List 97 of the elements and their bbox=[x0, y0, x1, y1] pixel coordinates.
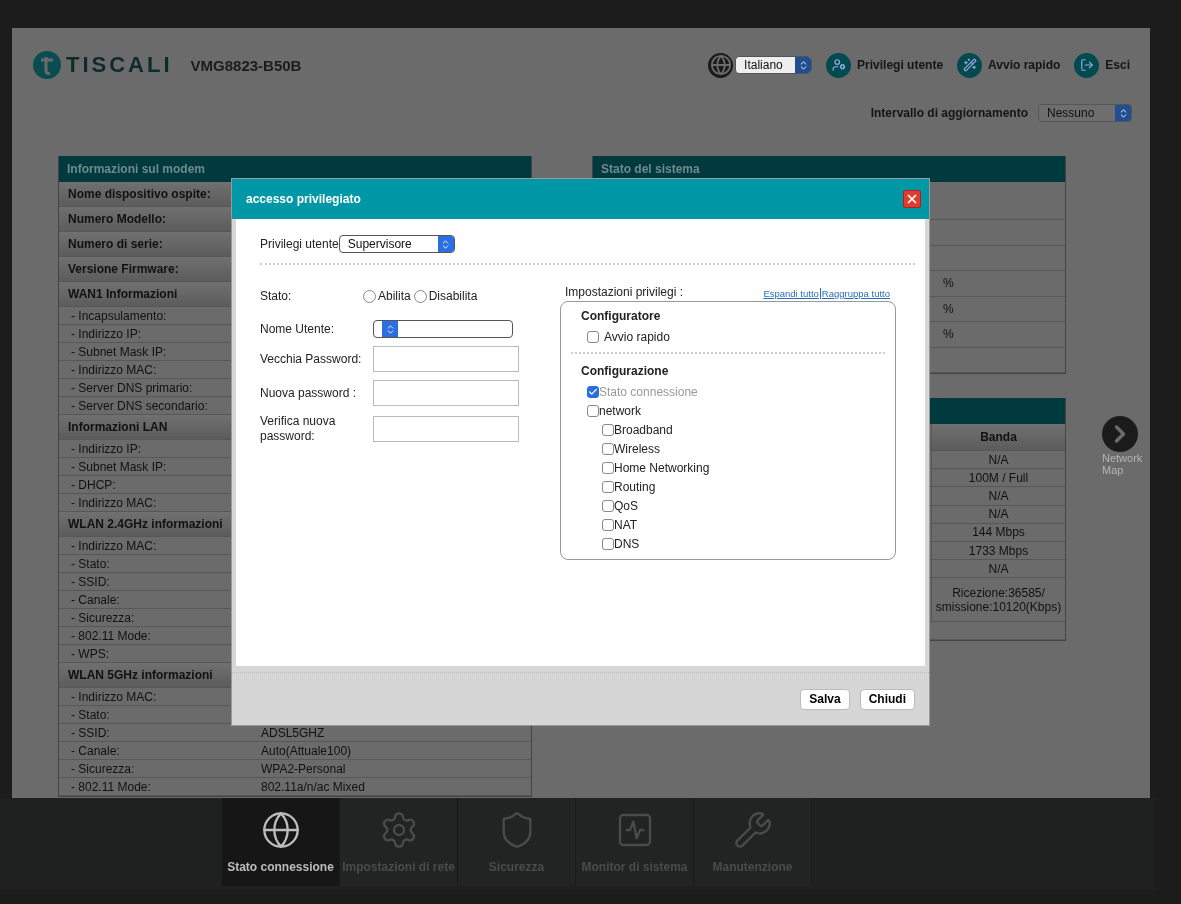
row-label: - WPS: bbox=[70, 646, 110, 661]
section-label: Numero Modello: bbox=[67, 212, 167, 226]
section-label: Informazioni LAN bbox=[67, 420, 169, 434]
password-field[interactable] bbox=[373, 346, 519, 372]
username-select[interactable] bbox=[373, 320, 513, 338]
user-gear-icon bbox=[826, 52, 852, 78]
table-cell: 100M / Full bbox=[931, 469, 1065, 487]
wand-icon bbox=[957, 52, 983, 78]
section-label: Versione Firmware: bbox=[67, 262, 180, 276]
permission-checkbox[interactable]: network bbox=[571, 401, 885, 420]
group-title: Configurazione bbox=[580, 364, 670, 380]
row-label: - Server DNS secondario: bbox=[70, 398, 209, 413]
privilege-select[interactable]: Supervisore bbox=[338, 235, 455, 253]
row-value: 802.11a/n/ac Mixed bbox=[261, 779, 365, 794]
permission-checkbox[interactable]: Broadband bbox=[571, 420, 885, 439]
dialog-title: accesso privilegiato bbox=[246, 192, 361, 206]
row-label: - Indirizzo MAC: bbox=[70, 362, 158, 377]
field-label: Nome Utente: bbox=[260, 321, 336, 337]
row-label: - Subnet Mask IP: bbox=[70, 459, 168, 474]
refresh-select[interactable]: Nessuno bbox=[1038, 104, 1132, 122]
radio-option[interactable]: Disabilita bbox=[413, 289, 478, 303]
close-icon bbox=[905, 192, 919, 206]
permission-checkbox[interactable]: NAT bbox=[571, 515, 885, 534]
row-value: % bbox=[943, 301, 954, 316]
field-label: Stato: bbox=[260, 288, 293, 304]
language-select[interactable]: Italiano bbox=[735, 56, 813, 74]
logo-icon bbox=[32, 50, 62, 80]
radio-option[interactable]: Abilita bbox=[363, 289, 411, 303]
row-label: - Indirizzo IP: bbox=[70, 441, 143, 456]
row-label: - Indirizzo MAC: bbox=[70, 538, 158, 553]
nav-tab[interactable]: Stato connessione bbox=[222, 798, 340, 886]
permission-checkbox[interactable]: Routing bbox=[571, 477, 885, 496]
permission-checkbox[interactable]: QoS bbox=[571, 496, 885, 515]
text-link[interactable]: Espandi tutto bbox=[763, 288, 819, 299]
table-cell: N/A bbox=[931, 487, 1065, 505]
row-label: - Stato: bbox=[70, 707, 111, 722]
password-field[interactable] bbox=[373, 380, 519, 406]
row-value: % bbox=[943, 276, 954, 291]
row-label: - DHCP: bbox=[70, 477, 117, 492]
row-value: ADSL5GHZ bbox=[261, 725, 325, 740]
model-name: VMG8823-B50B bbox=[190, 56, 302, 74]
row-label: - Sicurezza: bbox=[70, 610, 136, 625]
row-value: % bbox=[943, 327, 954, 342]
permission-checkbox[interactable]: Wireless bbox=[571, 439, 885, 458]
table-cell: N/A bbox=[931, 560, 1065, 578]
row-label: - SSID: bbox=[70, 574, 111, 589]
row-label: - 802.11 Mode: bbox=[70, 779, 152, 794]
row-value: WPA2-Personal bbox=[261, 761, 346, 776]
stepper-icon bbox=[382, 321, 398, 337]
table-cell: N/A bbox=[931, 505, 1065, 523]
exit-icon bbox=[1074, 52, 1100, 78]
table-cell: N/A bbox=[931, 451, 1065, 469]
row-label: - Indirizzo IP: bbox=[70, 326, 143, 341]
globe-icon bbox=[260, 810, 301, 850]
field-label: Verifica nuova password: bbox=[260, 414, 337, 444]
row-label: - Canale: bbox=[70, 743, 121, 758]
globe-icon bbox=[708, 52, 734, 78]
field-label: Vecchia Password: bbox=[260, 351, 363, 367]
row-label: - Subnet Mask IP: bbox=[70, 344, 168, 359]
column-header: Banda bbox=[931, 424, 1065, 450]
section-label: Numero di serie: bbox=[67, 237, 164, 251]
check-icon bbox=[588, 386, 598, 397]
row-label: - Server DNS primario: bbox=[70, 380, 194, 395]
refresh-label: Intervallo di aggiornamento bbox=[870, 106, 1028, 120]
table-cell: Ricezione:36585/ smissione:10120(Kbps) bbox=[931, 578, 1065, 622]
wrench-icon bbox=[732, 810, 773, 850]
row-label: - Sicurezza: bbox=[70, 761, 136, 776]
password-field[interactable] bbox=[373, 416, 519, 442]
permission-checkbox[interactable]: Avvio rapido bbox=[571, 327, 885, 346]
logo-text: TISCALI bbox=[66, 52, 173, 78]
permission-checkbox[interactable]: DNS bbox=[571, 534, 885, 553]
row-label: - Stato: bbox=[70, 556, 111, 571]
permission-checkbox[interactable]: Home Networking bbox=[571, 458, 885, 477]
field-label: Nuova password : bbox=[260, 385, 358, 401]
row-label: - 802.11 Mode: bbox=[70, 628, 152, 643]
dialog-button[interactable]: Chiudi bbox=[859, 688, 915, 710]
row-label: - Indirizzo MAC: bbox=[70, 495, 158, 510]
row-label: - Indirizzo MAC: bbox=[70, 689, 158, 704]
row-value: Auto(Attuale100) bbox=[261, 743, 352, 758]
stepper-icon bbox=[1115, 105, 1131, 121]
stepper-icon bbox=[795, 57, 812, 73]
group-title: Configuratore bbox=[580, 309, 662, 325]
panel-title: Informazioni sul modem bbox=[59, 156, 531, 182]
section-label: WAN1 Informazioni bbox=[67, 287, 179, 301]
table-cell: 144 Mbps bbox=[931, 523, 1065, 541]
section-label: WLAN 2.4GHz informazioni bbox=[67, 517, 224, 531]
row-label: - Canale: bbox=[70, 592, 121, 607]
field-label: Privilegi utente bbox=[260, 237, 339, 251]
section-label: Impostazioni privilegi : bbox=[565, 285, 684, 299]
table-cell: 1733 Mbps bbox=[931, 541, 1065, 560]
dialog-button[interactable]: Salva bbox=[800, 688, 850, 710]
row-label: - SSID: bbox=[70, 725, 111, 740]
text-link[interactable]: Raggruppa tutto bbox=[819, 288, 890, 299]
row-label: - Incapsulamento: bbox=[70, 308, 168, 323]
stepper-icon bbox=[437, 236, 454, 252]
close-button[interactable] bbox=[903, 190, 921, 208]
section-label: WLAN 5GHz informazioni bbox=[67, 668, 214, 682]
